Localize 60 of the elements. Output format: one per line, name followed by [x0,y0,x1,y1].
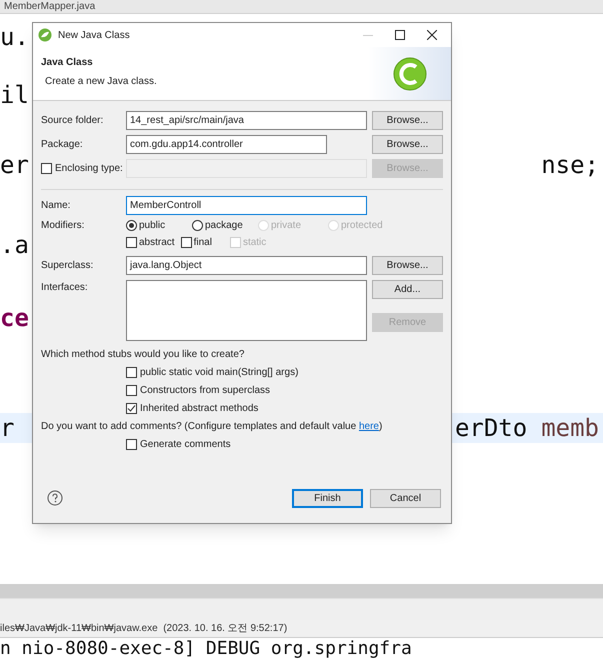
browse-button[interactable]: Browse... [372,135,443,154]
page-description: Create a new Java class. [45,75,157,89]
editor-tab[interactable]: MemberMapper.java [4,2,96,12]
field-label: Superclass: [41,259,94,273]
text-field[interactable]: com.gdu.app14.controller [126,135,327,154]
field-label: Package: [41,138,84,152]
window-title: New Java Class [58,28,130,42]
code-text: nse; [541,150,599,180]
page-title: Java Class [41,56,94,70]
checkbox-label: Constructors from superclass [140,384,270,398]
checkbox-label: Generate comments [140,438,231,452]
radio-label: protected [341,219,383,233]
field-label: Name: [41,199,72,213]
checkbox[interactable] [126,403,137,414]
checkbox-label: abstract [139,236,175,250]
radio-label: private [271,219,302,233]
checkbox[interactable] [126,237,137,248]
field-label: Source folder: [41,114,104,128]
text-field[interactable]: MemberControll [126,196,367,215]
radio-button[interactable] [126,220,137,231]
checkbox-label: static [242,236,266,250]
code-text: il [0,80,29,110]
console-process-label: iles₩Java₩jdk-11₩bin₩javaw.exe (2023. 10. 16. 오전 9:52:17) [0,622,288,636]
checkbox-label: Inherited abstract methods [140,402,258,416]
checkbox-label: Enclosing type: [55,162,123,176]
code-text: erDto [454,413,528,443]
radio-button[interactable] [192,220,203,231]
code-text: .a [0,230,29,260]
checkbox[interactable] [126,439,137,450]
code-text: ce [0,303,29,333]
checkbox-label: public static void main(String[] args) [140,366,298,380]
cancel-button[interactable]: Cancel [370,488,441,508]
close-icon[interactable] [427,30,437,40]
browse-button[interactable]: Browse... [372,111,443,130]
code-text: memb [541,413,599,443]
field-label: Modifiers: [41,219,86,233]
leaf-logo-icon [38,28,52,42]
finish-button[interactable]: Finish [292,488,363,508]
text-field[interactable]: java.lang.Object [126,256,367,275]
checkbox-label: final [194,236,212,250]
help-icon[interactable] [47,490,63,506]
text-field[interactable]: 14_rest_api/src/main/java [126,111,367,130]
checkbox[interactable] [180,237,192,248]
interfaces-list[interactable] [126,280,367,341]
checkbox[interactable] [126,385,137,396]
class-c-logo-icon [393,57,427,91]
code-text: u. [0,22,29,52]
question-text: Which method stubs would you like to create? [41,348,246,362]
radio-label: package [205,219,243,233]
code-text: er [0,150,29,180]
field-label: Interfaces: [41,281,89,295]
add-button[interactable]: Add... [372,280,443,299]
question-text: Do you want to add comments? (Configure templates and default value here) [41,420,384,434]
checkbox[interactable] [126,367,137,378]
browse-button[interactable]: Browse... [372,256,443,275]
radio-label: public [139,219,166,233]
maximize-icon[interactable] [395,30,405,40]
console-line: n nio-8080-exec-8] DEBUG org.springfra [0,638,413,660]
here-link[interactable]: here [358,421,379,432]
code-text: r [0,413,14,443]
